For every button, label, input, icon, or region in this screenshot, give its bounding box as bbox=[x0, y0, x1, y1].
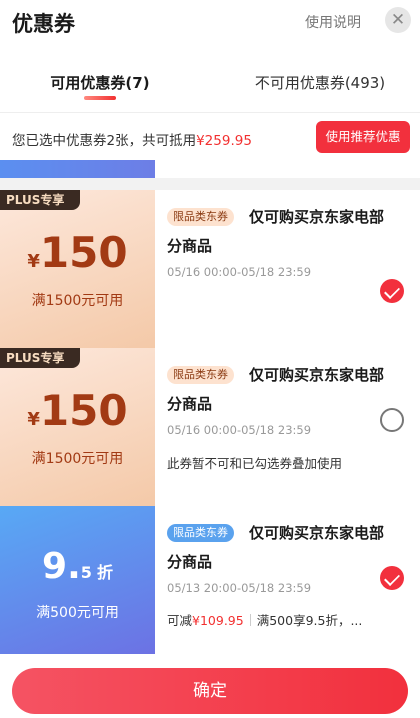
discount-unit: 折 bbox=[96, 563, 113, 582]
discount-decimal: 5 bbox=[80, 563, 92, 582]
coupon-validity: 05/13 20:00-05/18 23:59 bbox=[167, 581, 312, 595]
coupon-card-partial-face bbox=[0, 160, 155, 178]
coupon-face: 9.5 折 满500元可用 bbox=[0, 506, 155, 654]
coupon-condition: 满1500元可用 bbox=[31, 451, 124, 467]
checkbox-unchecked-icon[interactable] bbox=[380, 408, 404, 432]
coupon-card-partial bbox=[0, 160, 420, 178]
coupon-condition: 满500元可用 bbox=[36, 605, 119, 621]
coupon-discount: 9.5 折 bbox=[0, 546, 155, 587]
plus-badge: PLUS专享 bbox=[0, 348, 80, 368]
divider bbox=[249, 614, 251, 626]
help-link[interactable]: 使用说明 bbox=[305, 12, 361, 32]
coupon-face: PLUS专享 ¥150 满1500元可用 bbox=[0, 190, 155, 348]
use-recommended-button[interactable]: 使用推荐优惠 bbox=[316, 121, 410, 153]
coupon-card[interactable]: PLUS专享 ¥150 满1500元可用 限品类东券 仅可购买京东家电部 分商品… bbox=[0, 190, 420, 348]
coupon-title-continued: 分商品 bbox=[167, 553, 213, 571]
summary-text: 您已选中优惠券2张，共可抵用¥259.95 bbox=[12, 129, 252, 149]
summary-label: 您已选中优惠券2张，共可抵用 bbox=[12, 133, 197, 149]
discount-value: 9 bbox=[42, 546, 68, 587]
checkbox-checked-icon[interactable] bbox=[380, 566, 404, 590]
selection-summary: 您已选中优惠券2张，共可抵用¥259.95 使用推荐优惠 bbox=[0, 112, 420, 160]
confirm-button[interactable]: 确定 bbox=[12, 668, 408, 714]
savings-amount: ¥109.95 bbox=[192, 613, 244, 628]
tab-active-indicator bbox=[84, 96, 116, 100]
currency-symbol: ¥ bbox=[27, 409, 40, 430]
coupon-face: PLUS专享 ¥150 满1500元可用 bbox=[0, 348, 155, 506]
coupon-validity: 05/16 00:00-05/18 23:59 bbox=[167, 423, 312, 437]
close-icon[interactable]: ✕ bbox=[385, 7, 411, 33]
coupon-value: 150 bbox=[39, 228, 128, 277]
category-tag: 限品类东券 bbox=[167, 366, 234, 384]
coupon-detail: 满500享9.5折，... bbox=[256, 613, 363, 628]
coupon-card[interactable]: PLUS专享 ¥150 满1500元可用 限品类东券 仅可购买京东家电部 分商品… bbox=[0, 348, 420, 506]
coupon-amount: ¥150 bbox=[0, 228, 155, 277]
coupon-list[interactable]: PLUS专享 ¥150 满1500元可用 限品类东券 仅可购买京东家电部 分商品… bbox=[0, 160, 420, 654]
coupon-amount: ¥150 bbox=[0, 386, 155, 435]
coupon-title-continued: 分商品 bbox=[167, 237, 213, 255]
coupon-title: 仅可购买京东家电部 bbox=[249, 366, 385, 384]
tab-unavailable[interactable]: 不可用优惠券(493) bbox=[220, 72, 420, 93]
summary-amount: ¥259.95 bbox=[196, 133, 252, 149]
coupon-condition: 满1500元可用 bbox=[31, 293, 124, 309]
coupon-title: 仅可购买京东家电部 bbox=[249, 524, 385, 542]
coupon-validity: 05/16 00:00-05/18 23:59 bbox=[167, 265, 312, 279]
plus-badge: PLUS专享 bbox=[0, 190, 80, 210]
header: 优惠券 使用说明 ✕ bbox=[0, 0, 420, 48]
coupon-card[interactable]: 9.5 折 满500元可用 限品类东券 仅可购买京东家电部 分商品 05/13 … bbox=[0, 506, 420, 654]
coupon-conflict-note: 此券暂不可和已勾选券叠加使用 bbox=[167, 456, 343, 471]
category-tag: 限品类东券 bbox=[167, 208, 234, 226]
tab-available[interactable]: 可用优惠券(7) bbox=[0, 72, 200, 93]
coupon-value: 150 bbox=[39, 386, 128, 435]
category-tag: 限品类东券 bbox=[167, 524, 234, 542]
coupon-tabs: 可用优惠券(7) 不可用优惠券(493) bbox=[0, 48, 420, 112]
coupon-savings: 可减¥109.95 满500享9.5折，... bbox=[167, 610, 362, 629]
currency-symbol: ¥ bbox=[27, 251, 40, 272]
coupon-title-continued: 分商品 bbox=[167, 395, 213, 413]
coupon-title: 仅可购买京东家电部 bbox=[249, 208, 385, 226]
savings-label: 可减 bbox=[167, 613, 193, 628]
discount-dot: . bbox=[67, 546, 81, 587]
checkbox-checked-icon[interactable] bbox=[380, 279, 404, 303]
page-title: 优惠券 bbox=[12, 12, 75, 36]
footer: 确定 bbox=[0, 654, 420, 718]
